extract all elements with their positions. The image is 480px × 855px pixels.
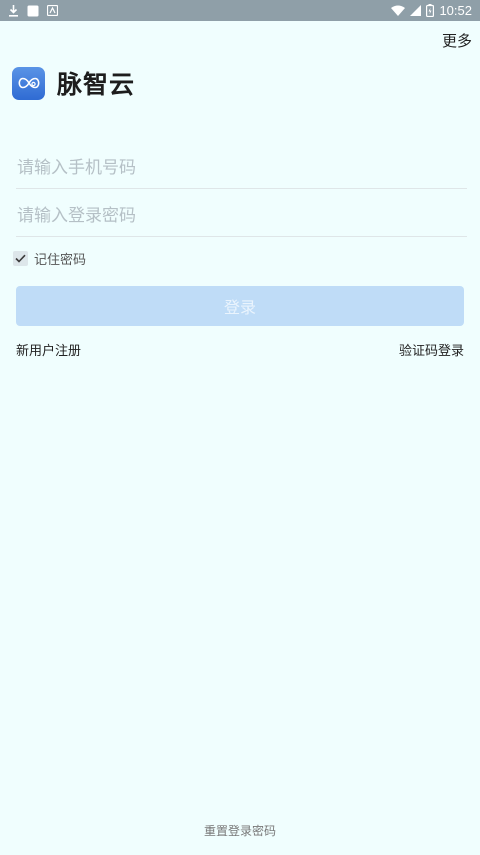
phone-field-container [16,148,467,189]
app-notification-icon [47,5,58,16]
app-name: 脉智云 [57,70,136,99]
notification-square-icon [27,5,39,17]
brand-header: 脉智云 [12,65,135,101]
more-button[interactable]: 更多 [442,30,472,51]
sms-login-link[interactable]: 验证码登录 [399,340,464,359]
password-field-container [16,196,467,237]
download-icon [8,4,19,17]
status-bar: 10:52 [0,0,480,21]
cell-signal-icon [410,5,422,16]
infinity-logo-icon [12,66,45,100]
remember-password-checkbox[interactable] [13,251,28,266]
status-left-icons [0,4,58,17]
reset-password-link[interactable]: 重置登录密码 [0,822,480,839]
checkmark-icon [15,254,26,263]
status-right-icons: 10:52 [391,3,480,18]
password-input[interactable] [16,196,467,236]
register-link[interactable]: 新用户注册 [16,340,81,359]
login-button[interactable]: 登录 [16,286,464,326]
status-time: 10:52 [439,3,472,18]
remember-password-row[interactable]: 记住密码 [13,249,86,268]
remember-password-label: 记住密码 [34,253,87,268]
battery-icon [426,4,435,17]
wifi-icon [391,5,406,16]
phone-input[interactable] [16,148,467,188]
